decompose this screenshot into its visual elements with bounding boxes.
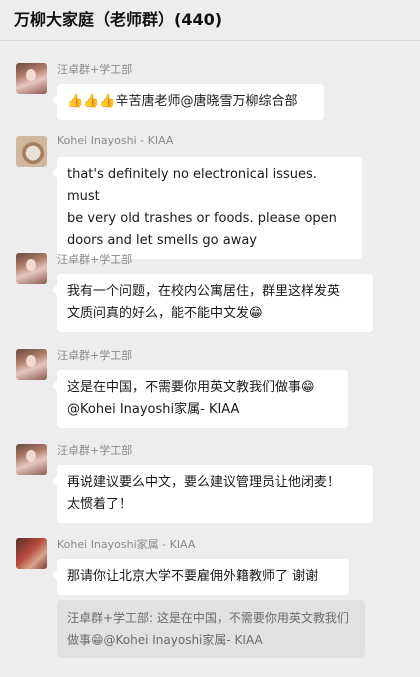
coffee-cup-avatar[interactable] — [16, 136, 47, 167]
person-photo-avatar[interactable] — [16, 444, 47, 475]
food-photo-avatar[interactable] — [16, 538, 47, 569]
message-bubble[interactable]: 这是在中国，不需要你用英文教我们做事😁 @Kohei Inayoshi家属- K… — [52, 370, 348, 428]
message-bubble[interactable]: 👍👍👍辛苦唐老师@唐晓雪万柳综合部 — [52, 84, 324, 120]
person-photo-avatar[interactable] — [16, 253, 47, 284]
sender-name: 汪卓群+学工部 — [57, 253, 133, 266]
sender-name: 汪卓群+学工部 — [57, 349, 133, 362]
message-bubble[interactable]: 我有一个问题，在校内公寓居住，群里这样发英 文质问真的好么，能不能中文发😁 — [52, 274, 373, 332]
person-photo-avatar[interactable] — [16, 63, 47, 94]
sender-name: Kohei Inayoshi家属 - KIAA — [57, 538, 196, 551]
person-photo-avatar[interactable] — [16, 349, 47, 380]
message-bubble[interactable]: that's definitely no electronical issues… — [52, 157, 362, 259]
chat-title: 万柳大家庭（老师群）(440) — [0, 0, 420, 41]
sender-name: Kohei Inayoshi - KIAA — [57, 134, 174, 147]
quoted-message[interactable]: 汪卓群+学工部: 这是在中国，不需要你用英文教我们 做事😁@Kohei Inay… — [57, 600, 365, 658]
message-bubble[interactable]: 那请你让北京大学不要雇佣外籍教师了 谢谢 — [52, 559, 349, 595]
sender-name: 汪卓群+学工部 — [57, 444, 133, 457]
message-bubble[interactable]: 再说建议要么中文，要么建议管理员让他闭麦！ 太惯着了！ — [52, 465, 373, 523]
sender-name: 汪卓群+学工部 — [57, 63, 133, 76]
